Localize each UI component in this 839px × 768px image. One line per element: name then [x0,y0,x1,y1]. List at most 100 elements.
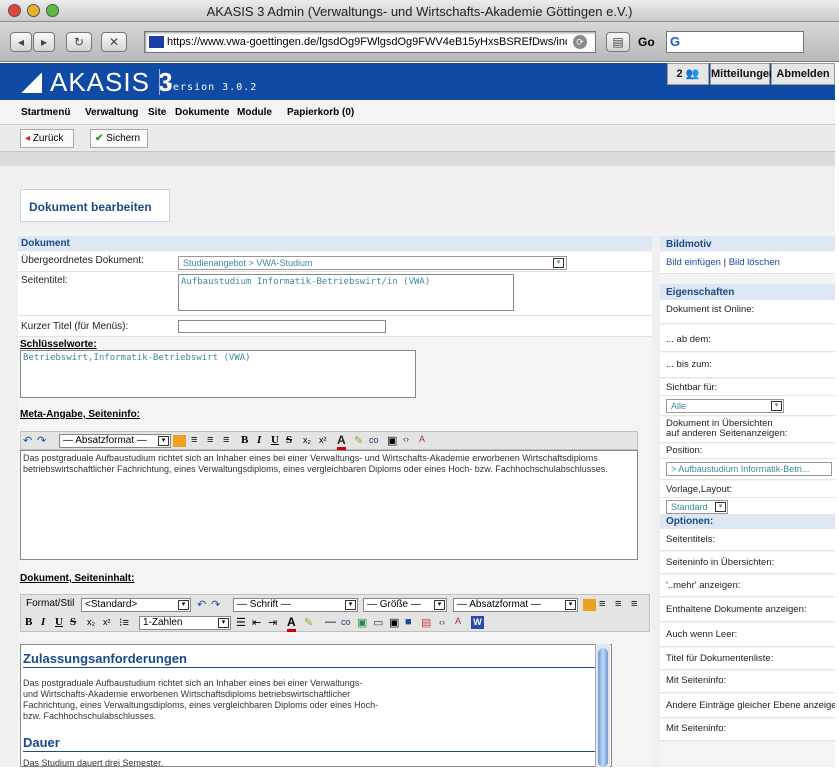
bullet-list-icon[interactable]: ☰ [236,616,246,629]
table-icon[interactable]: ▭ [373,616,383,629]
title-input[interactable]: Aufbaustudium Informatik-Betriebswirt/in… [178,274,514,311]
subscript-icon[interactable]: x₂ [87,617,95,627]
back-button[interactable]: ◂ [10,32,32,52]
position-select[interactable]: > Aufbaustudium Informatik-Betri... [666,462,832,476]
menu-module[interactable]: Module [237,107,272,118]
italic-icon[interactable]: I [257,434,261,446]
visible-for-select[interactable]: Alle ▾ [666,399,784,413]
outdent-icon[interactable]: ⇤ [252,616,261,629]
flash-icon[interactable]: ▤ [421,616,431,629]
align-justify-icon[interactable]: ≡ [631,598,637,610]
image-icon[interactable]: ▣ [389,616,399,629]
align-justify-icon[interactable]: ≡ [223,434,229,446]
html-source-icon[interactable]: ‹› [403,434,409,444]
opt-page-info-overview: Seiteninfo in Übersichten: [660,552,835,574]
strikethrough-icon[interactable]: S [286,434,292,446]
search-field[interactable]: G [666,31,804,53]
menu-papierkorb[interactable]: Papierkorb (0) [287,107,354,118]
logo-divider [159,69,160,95]
align-left-icon[interactable] [173,435,186,447]
options-head: Optionen: [660,515,835,529]
meta-editor[interactable]: Das postgraduale Aufbaustudium richtet s… [20,450,638,560]
refresh-icon[interactable]: ⟳ [573,35,587,49]
highlight-icon[interactable]: ✎ [354,434,363,447]
online-users-button[interactable]: 2 👥 [667,63,709,85]
style-select[interactable]: <Standard> ▾ [81,598,191,612]
from-date-label: ... ab dem: [660,325,835,352]
anchor-icon[interactable]: ▣ [357,616,367,629]
subscript-icon[interactable]: x₂ [303,435,311,445]
superscript-icon[interactable]: x² [103,617,111,627]
logout-button[interactable]: Abmelden [771,63,835,85]
parent-select[interactable]: Studienangebot > VWA-Studium ▾ [178,256,567,270]
paragraph-line: und Wirtschafts-Akademie erworbenen Wirt… [23,689,351,699]
align-right-icon[interactable]: ≡ [615,598,621,610]
print-icon[interactable]: ▤ [606,32,630,52]
forward-button[interactable]: ▸ [33,32,55,52]
opt-page-title: Seitentitels: [660,529,835,551]
menu-verwaltung[interactable]: Verwaltung [85,107,138,118]
spellcheck-icon[interactable]: A [455,616,461,626]
underline-icon[interactable]: U [271,434,279,446]
paragraph-select[interactable]: — Absatzformat — ▾ [453,598,578,612]
opt-same-level: Andere Einträge gleicher Ebene anzeigen: [660,694,835,718]
bold-icon[interactable]: B [241,434,248,446]
link-icon[interactable]: co [369,435,379,445]
save-label: Sichern [106,133,141,144]
reload-button[interactable]: ↻ [66,32,92,52]
html-source-icon[interactable]: ‹› [439,617,445,627]
save-button[interactable]: ✔ Sichern [90,129,148,148]
stop-button[interactable]: ✕ [101,32,127,52]
content-editor[interactable]: Zulassungsanforderungen Das postgraduale… [20,644,612,768]
paragraph-line: Das postgraduale Aufbaustudium richtet s… [23,678,363,688]
list-style-select[interactable]: 1-Zahlen ▾ [139,616,231,630]
link-icon[interactable]: co [341,617,351,627]
font-select[interactable]: — Schrift — ▾ [233,598,358,612]
window-titlebar: AKASIS 3 Admin (Verwaltungs- und Wirtsch… [0,0,839,22]
word-paste-icon[interactable]: W [471,616,484,629]
chevron-down-icon: ▾ [771,401,782,411]
bold-icon[interactable]: B [25,616,32,628]
text-color-icon[interactable]: A [287,615,296,632]
align-center-icon[interactable]: ≡ [599,598,605,610]
back-action-button[interactable]: ◂ Zurück [20,129,74,148]
redo-icon[interactable]: ↷ [211,598,220,611]
menu-startmenu[interactable]: Startmenü [21,107,70,118]
meta-format-value: — Absatzformat — [63,435,147,446]
template-select[interactable]: Standard ▾ [666,500,728,514]
properties-head: Eigenschaften [660,284,835,300]
underline-icon[interactable]: U [55,616,63,628]
save-icon[interactable]: ■ [405,616,412,628]
horizontal-rule-icon[interactable]: — [325,616,336,628]
size-select[interactable]: — Größe — ▾ [363,598,447,612]
image-icon[interactable]: ▣ [387,434,397,447]
strikethrough-icon[interactable]: S [70,616,76,628]
delete-image-link[interactable]: Bild löschen [729,257,780,268]
italic-icon[interactable]: I [41,616,45,628]
short-title-input[interactable] [178,320,386,333]
go-button[interactable]: Go [638,35,655,49]
url-field[interactable]: https://www.vwa-goettingen.de/lgsdOg9FWl… [144,31,596,53]
align-center-icon[interactable]: ≡ [191,434,197,446]
numbered-list-icon[interactable]: ⁝≡ [119,616,129,629]
undo-icon[interactable]: ↶ [23,434,32,447]
align-left-icon[interactable] [583,599,596,611]
messages-button[interactable]: Mitteilungen [710,63,776,85]
undo-icon[interactable]: ↶ [197,598,206,611]
indent-icon[interactable]: ⇥ [268,616,277,629]
align-right-icon[interactable]: ≡ [207,434,213,446]
text-color-icon[interactable]: A [337,433,346,450]
keywords-input[interactable]: Betriebswirt,Informatik-Betriebswirt (VW… [20,350,416,398]
superscript-icon[interactable]: x² [319,435,327,445]
menu-dokumente[interactable]: Dokumente [175,107,229,118]
insert-image-link[interactable]: Bild einfügen [666,257,721,268]
highlight-icon[interactable]: ✎ [304,616,313,629]
heading-underline [23,667,595,668]
redo-icon[interactable]: ↷ [37,434,46,447]
spellcheck-icon[interactable]: A [419,434,425,444]
meta-format-select[interactable]: — Absatzformat — ▾ [59,434,171,448]
page-title: Dokument bearbeiten [29,200,152,214]
menu-site[interactable]: Site [148,107,166,118]
scrollbar-thumb[interactable] [598,648,608,767]
editor-scrollbar[interactable] [595,644,610,767]
